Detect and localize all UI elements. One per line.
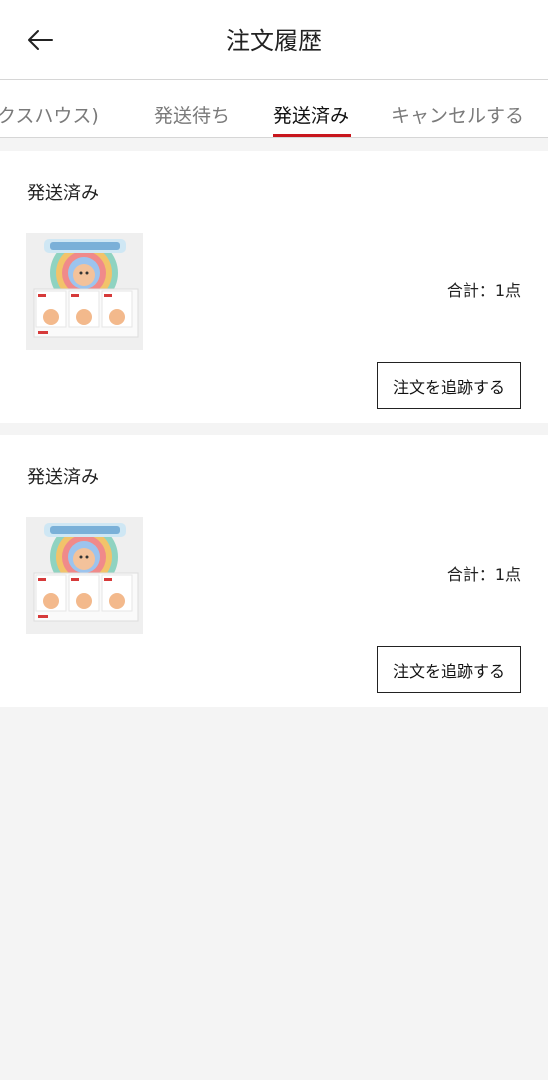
- tab-cancel[interactable]: キャンセルする: [391, 102, 524, 130]
- active-tab-indicator: [273, 134, 351, 137]
- tab-awaiting-shipment[interactable]: 発送待ち: [154, 102, 230, 130]
- app-header: 注文履歴: [0, 0, 548, 80]
- tab-shipped[interactable]: 発送済み: [273, 102, 349, 130]
- tab-previous-partial[interactable]: クスハウス): [0, 102, 99, 130]
- order-total: 合計：1点: [446, 281, 521, 300]
- product-box-image: [26, 233, 143, 350]
- track-order-button[interactable]: 注文を追跡する: [377, 362, 521, 409]
- order-card: 発送済み 合計：1点 注文を追跡する: [0, 151, 548, 423]
- page-title: 注文履歴: [226, 27, 322, 55]
- order-status-tabs: クスハウス) 発送待ち 発送済み キャンセルする: [0, 80, 548, 138]
- order-card: 発送済み 合計：1点 注文を追跡する: [0, 435, 548, 707]
- product-box-image: [26, 517, 143, 634]
- order-status: 発送済み: [27, 467, 99, 488]
- order-total: 合計：1点: [446, 565, 521, 584]
- product-thumbnail[interactable]: [26, 517, 143, 634]
- track-order-button[interactable]: 注文を追跡する: [377, 646, 521, 693]
- product-thumbnail[interactable]: [26, 233, 143, 350]
- order-status: 発送済み: [27, 183, 99, 204]
